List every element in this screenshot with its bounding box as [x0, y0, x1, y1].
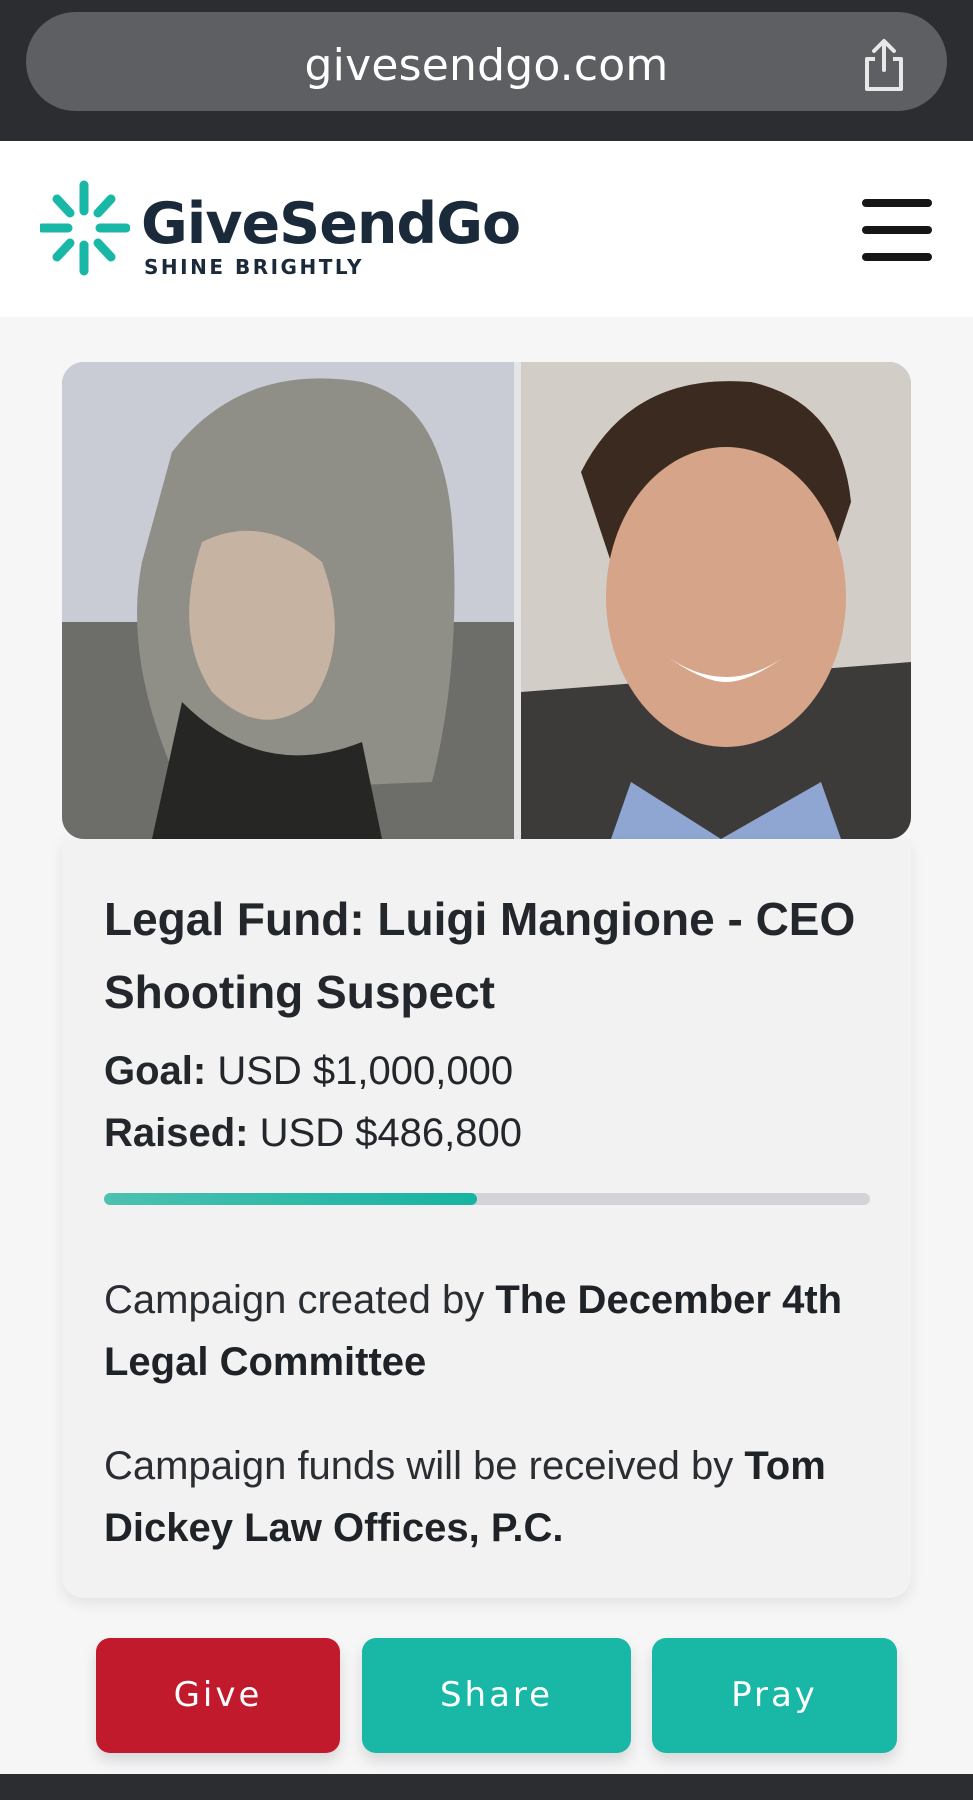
browser-address-bar: givesendgo.com — [0, 0, 973, 141]
share-icon[interactable] — [859, 38, 909, 92]
share-button[interactable]: Share — [362, 1638, 631, 1753]
hamburger-menu-icon[interactable] — [862, 199, 932, 261]
campaign-photo — [62, 362, 911, 839]
goal-label: Goal: — [104, 1049, 207, 1093]
browser-bottom-bar — [0, 1774, 973, 1800]
raised-value: USD $486,800 — [259, 1111, 523, 1155]
url-field[interactable]: givesendgo.com — [26, 12, 947, 111]
creator-prefix: Campaign created by — [104, 1278, 496, 1322]
raised-line: Raised: USD $486,800 — [104, 1111, 522, 1156]
campaign-card: Legal Fund: Luigi Mangione - CEO Shootin… — [62, 839, 911, 1598]
goal-line: Goal: USD $1,000,000 — [104, 1049, 513, 1094]
site-header: GiveSendGo SHINE BRIGHTLY — [0, 141, 973, 317]
funding-progress-fill — [104, 1193, 477, 1205]
logo-tagline: SHINE BRIGHTLY — [144, 255, 364, 279]
surveillance-photo — [62, 362, 514, 839]
funding-progress-bar — [104, 1193, 870, 1205]
campaign-recipient: Campaign funds will be received by Tom D… — [104, 1435, 894, 1559]
goal-value: USD $1,000,000 — [217, 1049, 514, 1093]
raised-label: Raised: — [104, 1111, 249, 1155]
recipient-prefix: Campaign funds will be received by — [104, 1444, 745, 1488]
pray-button[interactable]: Pray — [652, 1638, 897, 1753]
portrait-photo — [521, 362, 911, 839]
give-button[interactable]: Give — [96, 1638, 340, 1753]
url-text: givesendgo.com — [304, 40, 669, 91]
campaign-title: Legal Fund: Luigi Mangione - CEO Shootin… — [104, 893, 856, 1018]
burst-logo-icon — [40, 180, 130, 276]
givesendgo-logo[interactable]: GiveSendGo SHINE BRIGHTLY — [40, 179, 521, 283]
logo-wordmark: GiveSendGo — [141, 191, 521, 257]
campaign-creator: Campaign created by The December 4th Leg… — [104, 1269, 894, 1393]
